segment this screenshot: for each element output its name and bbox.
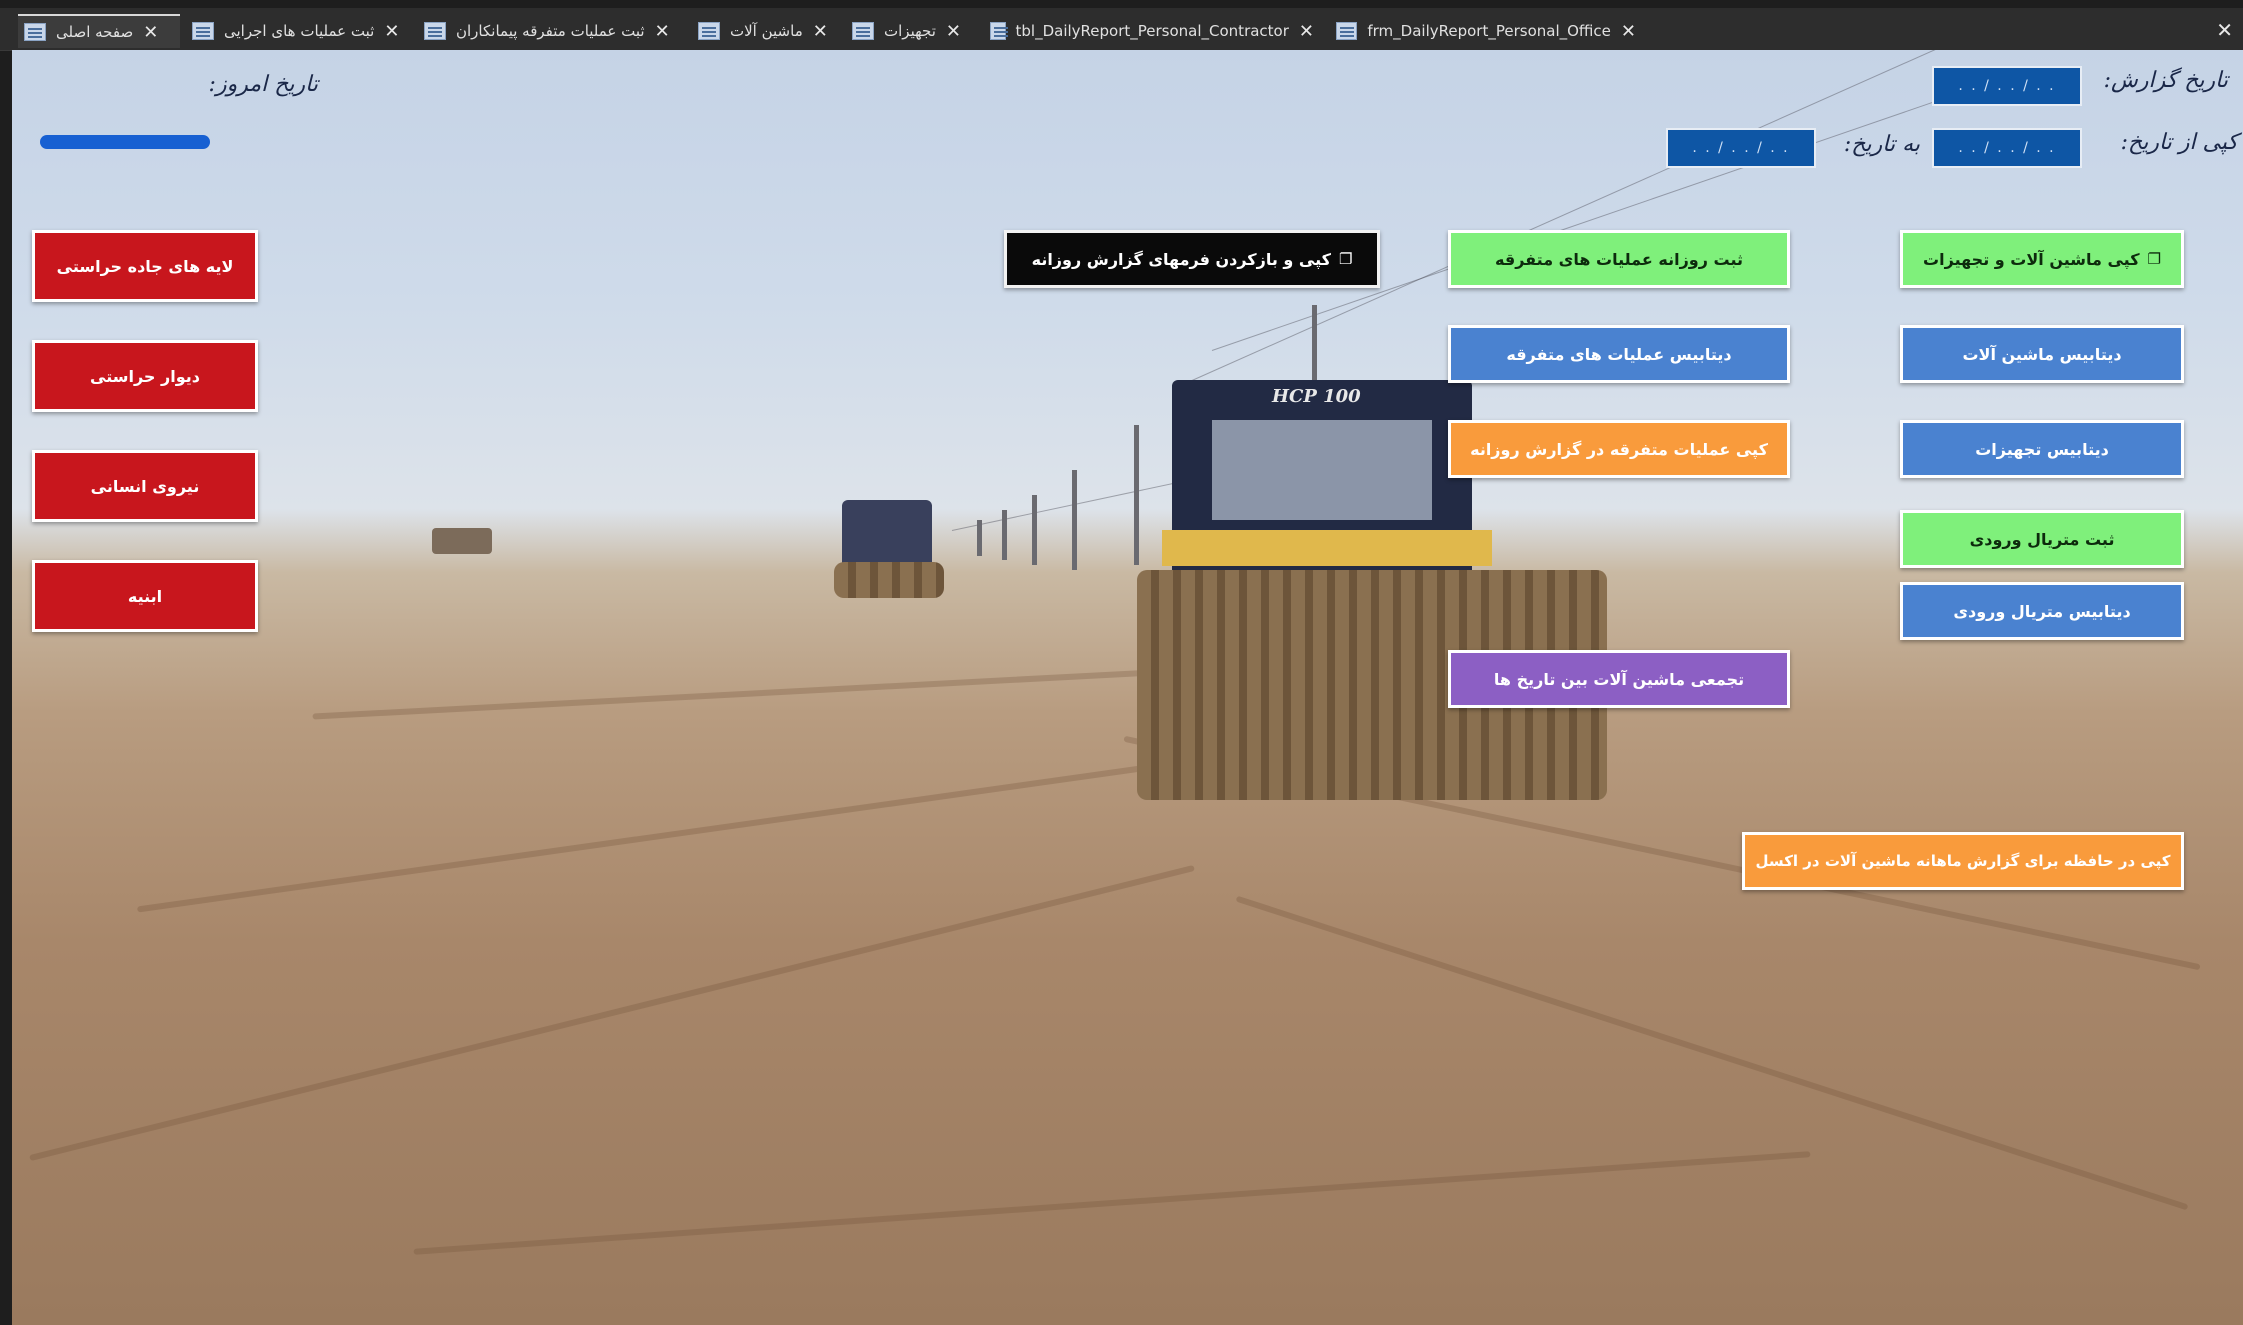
tab-label: ثبت عملیات های اجرایی: [224, 22, 375, 40]
utility-pole: [1002, 510, 1007, 560]
tab-label: tbl_DailyReport_Personal_Contractor: [1015, 22, 1289, 40]
machinery-database-button[interactable]: دیتابیس ماشین آلات: [1900, 325, 2184, 383]
copy-misc-operations-daily-button[interactable]: کپی عملیات متفرقه در گزارش روزانه: [1448, 420, 1790, 478]
misc-operations-database-button[interactable]: دیتابیس عملیات های متفرقه: [1448, 325, 1790, 383]
report-date-label: تاریخ گزارش:: [2103, 68, 2228, 93]
cab-window: [1212, 420, 1432, 520]
roller-model-label: HCP 100: [1272, 386, 1361, 407]
copy-clipboard-monthly-machinery-button[interactable]: کپی در حافظه برای گزارش ماهانه ماشین آلا…: [1742, 832, 2184, 890]
close-icon[interactable]: ✕: [143, 22, 158, 43]
tab-label: تجهیزات: [884, 22, 936, 40]
close-icon[interactable]: ✕: [655, 21, 670, 42]
form-icon: [1336, 22, 1358, 40]
close-icon[interactable]: ✕: [1621, 21, 1636, 42]
distant-machine: [432, 528, 492, 554]
button-label: ثبت متریال ورودی: [1969, 529, 2115, 549]
report-date-field[interactable]: . . / . . / . .: [1932, 66, 2082, 106]
compactor-frame: [1162, 530, 1492, 566]
input-material-database-button[interactable]: دیتابیس متریال ورودی: [1900, 582, 2184, 640]
close-icon[interactable]: ✕: [384, 21, 399, 42]
close-icon[interactable]: ✕: [946, 21, 961, 42]
power-line: [1211, 89, 1969, 351]
register-input-material-button[interactable]: ثبت متریال ورودی: [1900, 510, 2184, 568]
buildings-button[interactable]: ابنیه: [32, 560, 258, 632]
tab-contractor-misc-operations[interactable]: ثبت عملیات متفرقه پیمانکاران ✕: [418, 14, 686, 48]
protection-wall-button[interactable]: دیوار حراستی: [32, 340, 258, 412]
button-label: کپی و بازکردن فرمهای گزارش روزانه: [1031, 249, 1331, 269]
copy-from-date-label: کپی از تاریخ:: [2120, 130, 2238, 155]
tab-label: frm_DailyReport_Personal_Office: [1367, 22, 1611, 40]
tab-label: صفحه اصلی: [56, 23, 134, 41]
button-label: کپی ماشین آلات و تجهیزات: [1923, 249, 2140, 269]
button-label: دیتابیس متریال ورودی: [1953, 601, 2131, 621]
form-icon: [698, 22, 720, 40]
tab-machinery[interactable]: ماشین آلات ✕: [692, 14, 840, 48]
button-label: لایه های جاده حراستی: [56, 256, 234, 276]
button-label: تجمعی ماشین آلات بین تاریخ ها: [1493, 669, 1745, 689]
form-icon: [424, 22, 446, 40]
ground-rut: [413, 1151, 1811, 1255]
tab-label: ثبت عملیات متفرقه پیمانکاران: [456, 22, 645, 40]
document-tab-bar: صفحه اصلی ✕ ثبت عملیات های اجرایی ✕ ثبت …: [0, 8, 2243, 51]
copy-from-date-field[interactable]: . . / . . / . .: [1932, 128, 2082, 168]
ground-rut: [136, 753, 1228, 913]
copy-machinery-equipment-button[interactable]: ❐ کپی ماشین آلات و تجهیزات: [1900, 230, 2184, 288]
close-all-icon[interactable]: ✕: [2216, 18, 2233, 42]
close-icon[interactable]: ✕: [1299, 21, 1314, 42]
distant-roller-drum: [834, 562, 944, 598]
close-icon[interactable]: ✕: [813, 21, 828, 42]
to-date-field[interactable]: . . / . . / . .: [1666, 128, 1816, 168]
button-label: کپی عملیات متفرقه در گزارش روزانه: [1470, 439, 1768, 459]
tab-label: ماشین آلات: [730, 22, 803, 40]
tab-tbl-daily-report-personal-contractor[interactable]: tbl_DailyReport_Personal_Contractor ✕: [984, 14, 1320, 48]
tab-main-page[interactable]: صفحه اصلی ✕: [18, 14, 180, 48]
form-icon: [852, 22, 874, 40]
button-label: دیتابیس ماشین آلات: [1962, 344, 2122, 364]
utility-pole: [1032, 495, 1037, 565]
tab-frm-daily-report-personal-office[interactable]: frm_DailyReport_Personal_Office ✕: [1330, 14, 1642, 48]
to-date-label: به تاریخ:: [1843, 132, 1920, 157]
ground-rut: [312, 666, 1212, 720]
button-label: کپی در حافظه برای گزارش ماهانه ماشین آلا…: [1755, 852, 2171, 870]
form-icon: [192, 22, 214, 40]
copy-open-daily-forms-button[interactable]: ❐ کپی و بازکردن فرمهای گزارش روزانه: [1004, 230, 1380, 288]
button-label: ثبت روزانه عملیات های متفرقه: [1495, 249, 1743, 269]
machinery-between-dates-button[interactable]: تجمعی ماشین آلات بین تاریخ ها: [1448, 650, 1790, 708]
tab-equipment[interactable]: تجهیزات ✕: [846, 14, 972, 48]
today-date-label: تاریخ امروز:: [208, 72, 318, 97]
copy-icon: ❐: [2147, 250, 2161, 268]
tab-executive-operations[interactable]: ثبت عملیات های اجرایی ✕: [186, 14, 408, 48]
utility-pole: [1134, 425, 1139, 565]
utility-pole: [1072, 470, 1077, 570]
button-label: دیتابیس عملیات های متفرقه: [1506, 344, 1732, 364]
road-layers-button[interactable]: لایه های جاده حراستی: [32, 230, 258, 302]
form-icon: [24, 23, 46, 41]
distant-roller: [842, 500, 932, 570]
daily-misc-operations-button[interactable]: ثبت روزانه عملیات های متفرقه: [1448, 230, 1790, 288]
manpower-button[interactable]: نیروی انسانی: [32, 450, 258, 522]
button-label: ابنیه: [127, 586, 163, 606]
main-form: HCP 100 تاریخ گزارش: . . / . . / . . کپی…: [12, 50, 2243, 1325]
ground-rut: [29, 864, 1195, 1162]
table-icon: [990, 22, 1008, 40]
today-date-value: [40, 135, 210, 149]
button-label: دیتابیس تجهیزات: [1975, 439, 2109, 459]
equipment-database-button[interactable]: دیتابیس تجهیزات: [1900, 420, 2184, 478]
utility-pole: [977, 520, 982, 556]
button-label: دیوار حراستی: [90, 366, 200, 386]
copy-icon: ❐: [1338, 250, 1353, 268]
button-label: نیروی انسانی: [90, 476, 200, 496]
